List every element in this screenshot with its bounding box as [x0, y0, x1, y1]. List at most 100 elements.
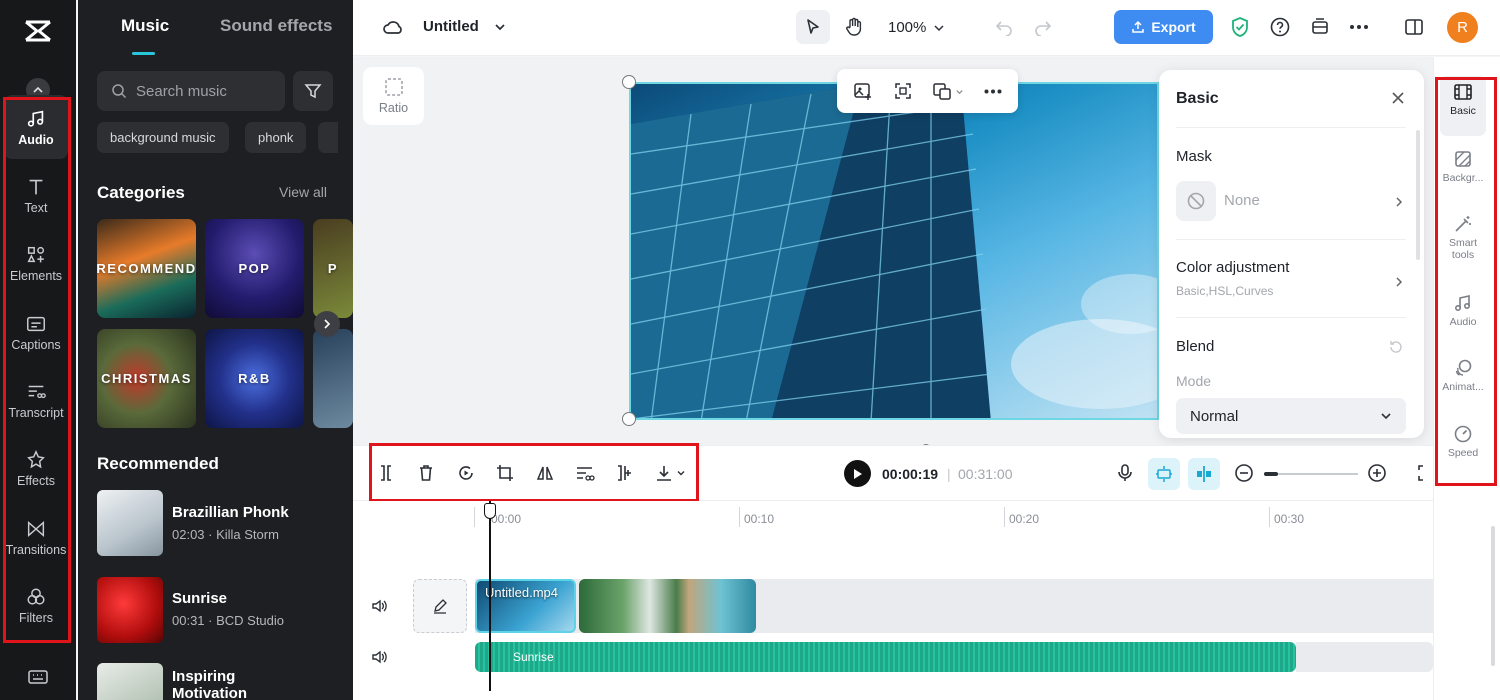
- reset-icon[interactable]: [1388, 339, 1404, 360]
- search-box[interactable]: Search music: [97, 71, 285, 111]
- category-partial[interactable]: P: [313, 219, 353, 318]
- timeline-scrollbar[interactable]: [1491, 526, 1495, 666]
- tab-sound-effects[interactable]: Sound effects: [220, 16, 332, 36]
- zoom-level[interactable]: 100%: [888, 19, 926, 36]
- track-thumbnail[interactable]: [97, 490, 163, 556]
- export-button[interactable]: Export: [1114, 10, 1213, 44]
- chip-background-music[interactable]: background music: [97, 122, 229, 153]
- category-christmas[interactable]: CHRISTMAS: [97, 329, 196, 428]
- mask-none-button[interactable]: [1176, 181, 1216, 221]
- zoom-slider-fill[interactable]: [1264, 472, 1278, 476]
- help-icon[interactable]: [1269, 16, 1291, 38]
- category-partial-2[interactable]: [313, 329, 353, 428]
- auto-snap-toggle[interactable]: [1148, 458, 1180, 490]
- right-tool-background[interactable]: Backgr...: [1440, 143, 1486, 203]
- right-tool-animation[interactable]: Animat...: [1440, 352, 1486, 412]
- zoom-dropdown-icon[interactable]: [933, 21, 945, 39]
- link-toggle[interactable]: [1188, 458, 1220, 490]
- nav-item-audio[interactable]: Audio: [4, 95, 68, 159]
- view-all-link[interactable]: View all: [279, 184, 327, 200]
- clip-name: Untitled.mp4: [485, 585, 558, 600]
- resize-handle-bottom-left[interactable]: [622, 412, 636, 426]
- crop-icon[interactable]: [492, 460, 518, 486]
- chevron-down-icon[interactable]: [494, 20, 506, 38]
- redo-icon[interactable]: [1032, 16, 1054, 38]
- capcut-logo[interactable]: [0, 0, 76, 62]
- right-tool-speed[interactable]: Speed: [1440, 418, 1486, 478]
- volume-icon[interactable]: [371, 649, 388, 670]
- microphone-icon[interactable]: [1112, 460, 1138, 486]
- scrollbar[interactable]: [1416, 130, 1420, 260]
- fit-frame-icon[interactable]: [893, 81, 913, 101]
- delete-icon[interactable]: [413, 460, 439, 486]
- right-tool-basic[interactable]: Basic: [1440, 76, 1486, 136]
- track-title[interactable]: Brazillian Phonk: [172, 504, 289, 521]
- volume-icon[interactable]: [371, 598, 388, 619]
- video-preview[interactable]: [629, 82, 1159, 420]
- categories-title: Categories: [97, 183, 185, 202]
- track-title[interactable]: Inspiring Motivation: [172, 668, 282, 700]
- nav-item-effects[interactable]: Effects: [4, 436, 68, 500]
- shield-check-icon[interactable]: [1229, 16, 1251, 38]
- playhead-handle[interactable]: [484, 503, 496, 519]
- close-icon[interactable]: [1391, 91, 1405, 110]
- category-recommend[interactable]: RECOMMEND: [97, 219, 196, 318]
- playhead[interactable]: [489, 501, 491, 691]
- audio-clip-sunrise[interactable]: Sunrise: [475, 642, 1296, 672]
- cloud-icon[interactable]: [381, 16, 405, 38]
- nav-item-filters[interactable]: Filters: [4, 573, 68, 637]
- video-clip[interactable]: [579, 579, 756, 633]
- zoom-in-icon[interactable]: [1364, 460, 1390, 486]
- edit-cover-button[interactable]: [413, 579, 467, 633]
- mask-chevron-icon[interactable]: [1395, 195, 1403, 213]
- more-options-icon[interactable]: [984, 89, 1002, 94]
- layer-arrange-icon[interactable]: [932, 81, 964, 101]
- play-button[interactable]: [844, 460, 871, 487]
- categories-next-button[interactable]: [314, 311, 340, 337]
- ratio-button[interactable]: Ratio: [363, 67, 424, 125]
- right-tool-label: Basic: [1450, 105, 1476, 117]
- storage-icon[interactable]: [1309, 16, 1331, 38]
- color-adjustment-label[interactable]: Color adjustment: [1176, 259, 1289, 276]
- trim-icon[interactable]: [611, 460, 637, 486]
- mirror-icon[interactable]: [532, 460, 558, 486]
- fullscreen-icon[interactable]: [1417, 460, 1431, 486]
- track-title[interactable]: Sunrise: [172, 590, 227, 607]
- ruler-label: 00:10: [744, 512, 775, 526]
- download-dropdown[interactable]: [650, 460, 690, 486]
- zoom-out-icon[interactable]: [1231, 460, 1257, 486]
- tab-music[interactable]: Music: [121, 16, 169, 36]
- split-icon[interactable]: [373, 460, 399, 486]
- nav-label: Effects: [17, 473, 55, 488]
- undo-icon[interactable]: [993, 16, 1015, 38]
- project-name[interactable]: Untitled: [423, 18, 479, 35]
- category-pop[interactable]: POP: [205, 219, 304, 318]
- right-tool-audio[interactable]: Audio: [1440, 287, 1486, 347]
- chip-phonk[interactable]: phonk: [245, 122, 307, 153]
- track-thumbnail[interactable]: [97, 663, 163, 700]
- zoom-slider[interactable]: [1264, 473, 1358, 475]
- nav-item-transcript[interactable]: Transcript: [4, 368, 68, 432]
- hand-tool-button[interactable]: [837, 10, 871, 44]
- remove-background-icon[interactable]: [572, 460, 598, 486]
- nav-item-transitions[interactable]: Transitions: [4, 505, 68, 569]
- nav-item-text[interactable]: Text: [4, 163, 68, 227]
- select-tool-button[interactable]: [796, 10, 830, 44]
- color-chevron-icon[interactable]: [1395, 275, 1403, 293]
- replace-image-icon[interactable]: [853, 81, 873, 101]
- track-meta: 00:31 · BCD Studio: [172, 613, 285, 628]
- user-avatar[interactable]: R: [1447, 12, 1478, 43]
- resize-handle-top-left[interactable]: [622, 75, 636, 89]
- nav-item-elements[interactable]: Elements: [4, 231, 68, 295]
- freeze-frame-icon[interactable]: [453, 460, 479, 486]
- rotate-handle-icon[interactable]: [918, 437, 934, 451]
- keyboard-icon[interactable]: [27, 668, 49, 686]
- nav-item-captions[interactable]: Captions: [4, 300, 68, 364]
- blend-mode-select[interactable]: Normal: [1176, 398, 1406, 434]
- track-thumbnail[interactable]: [97, 577, 163, 643]
- category-rnb[interactable]: R&B: [205, 329, 304, 428]
- layout-panel-icon[interactable]: [1403, 16, 1425, 38]
- right-tool-smart-tools[interactable]: Smart tools: [1440, 208, 1486, 268]
- more-icon[interactable]: [1348, 16, 1370, 38]
- filter-button[interactable]: [293, 71, 333, 111]
